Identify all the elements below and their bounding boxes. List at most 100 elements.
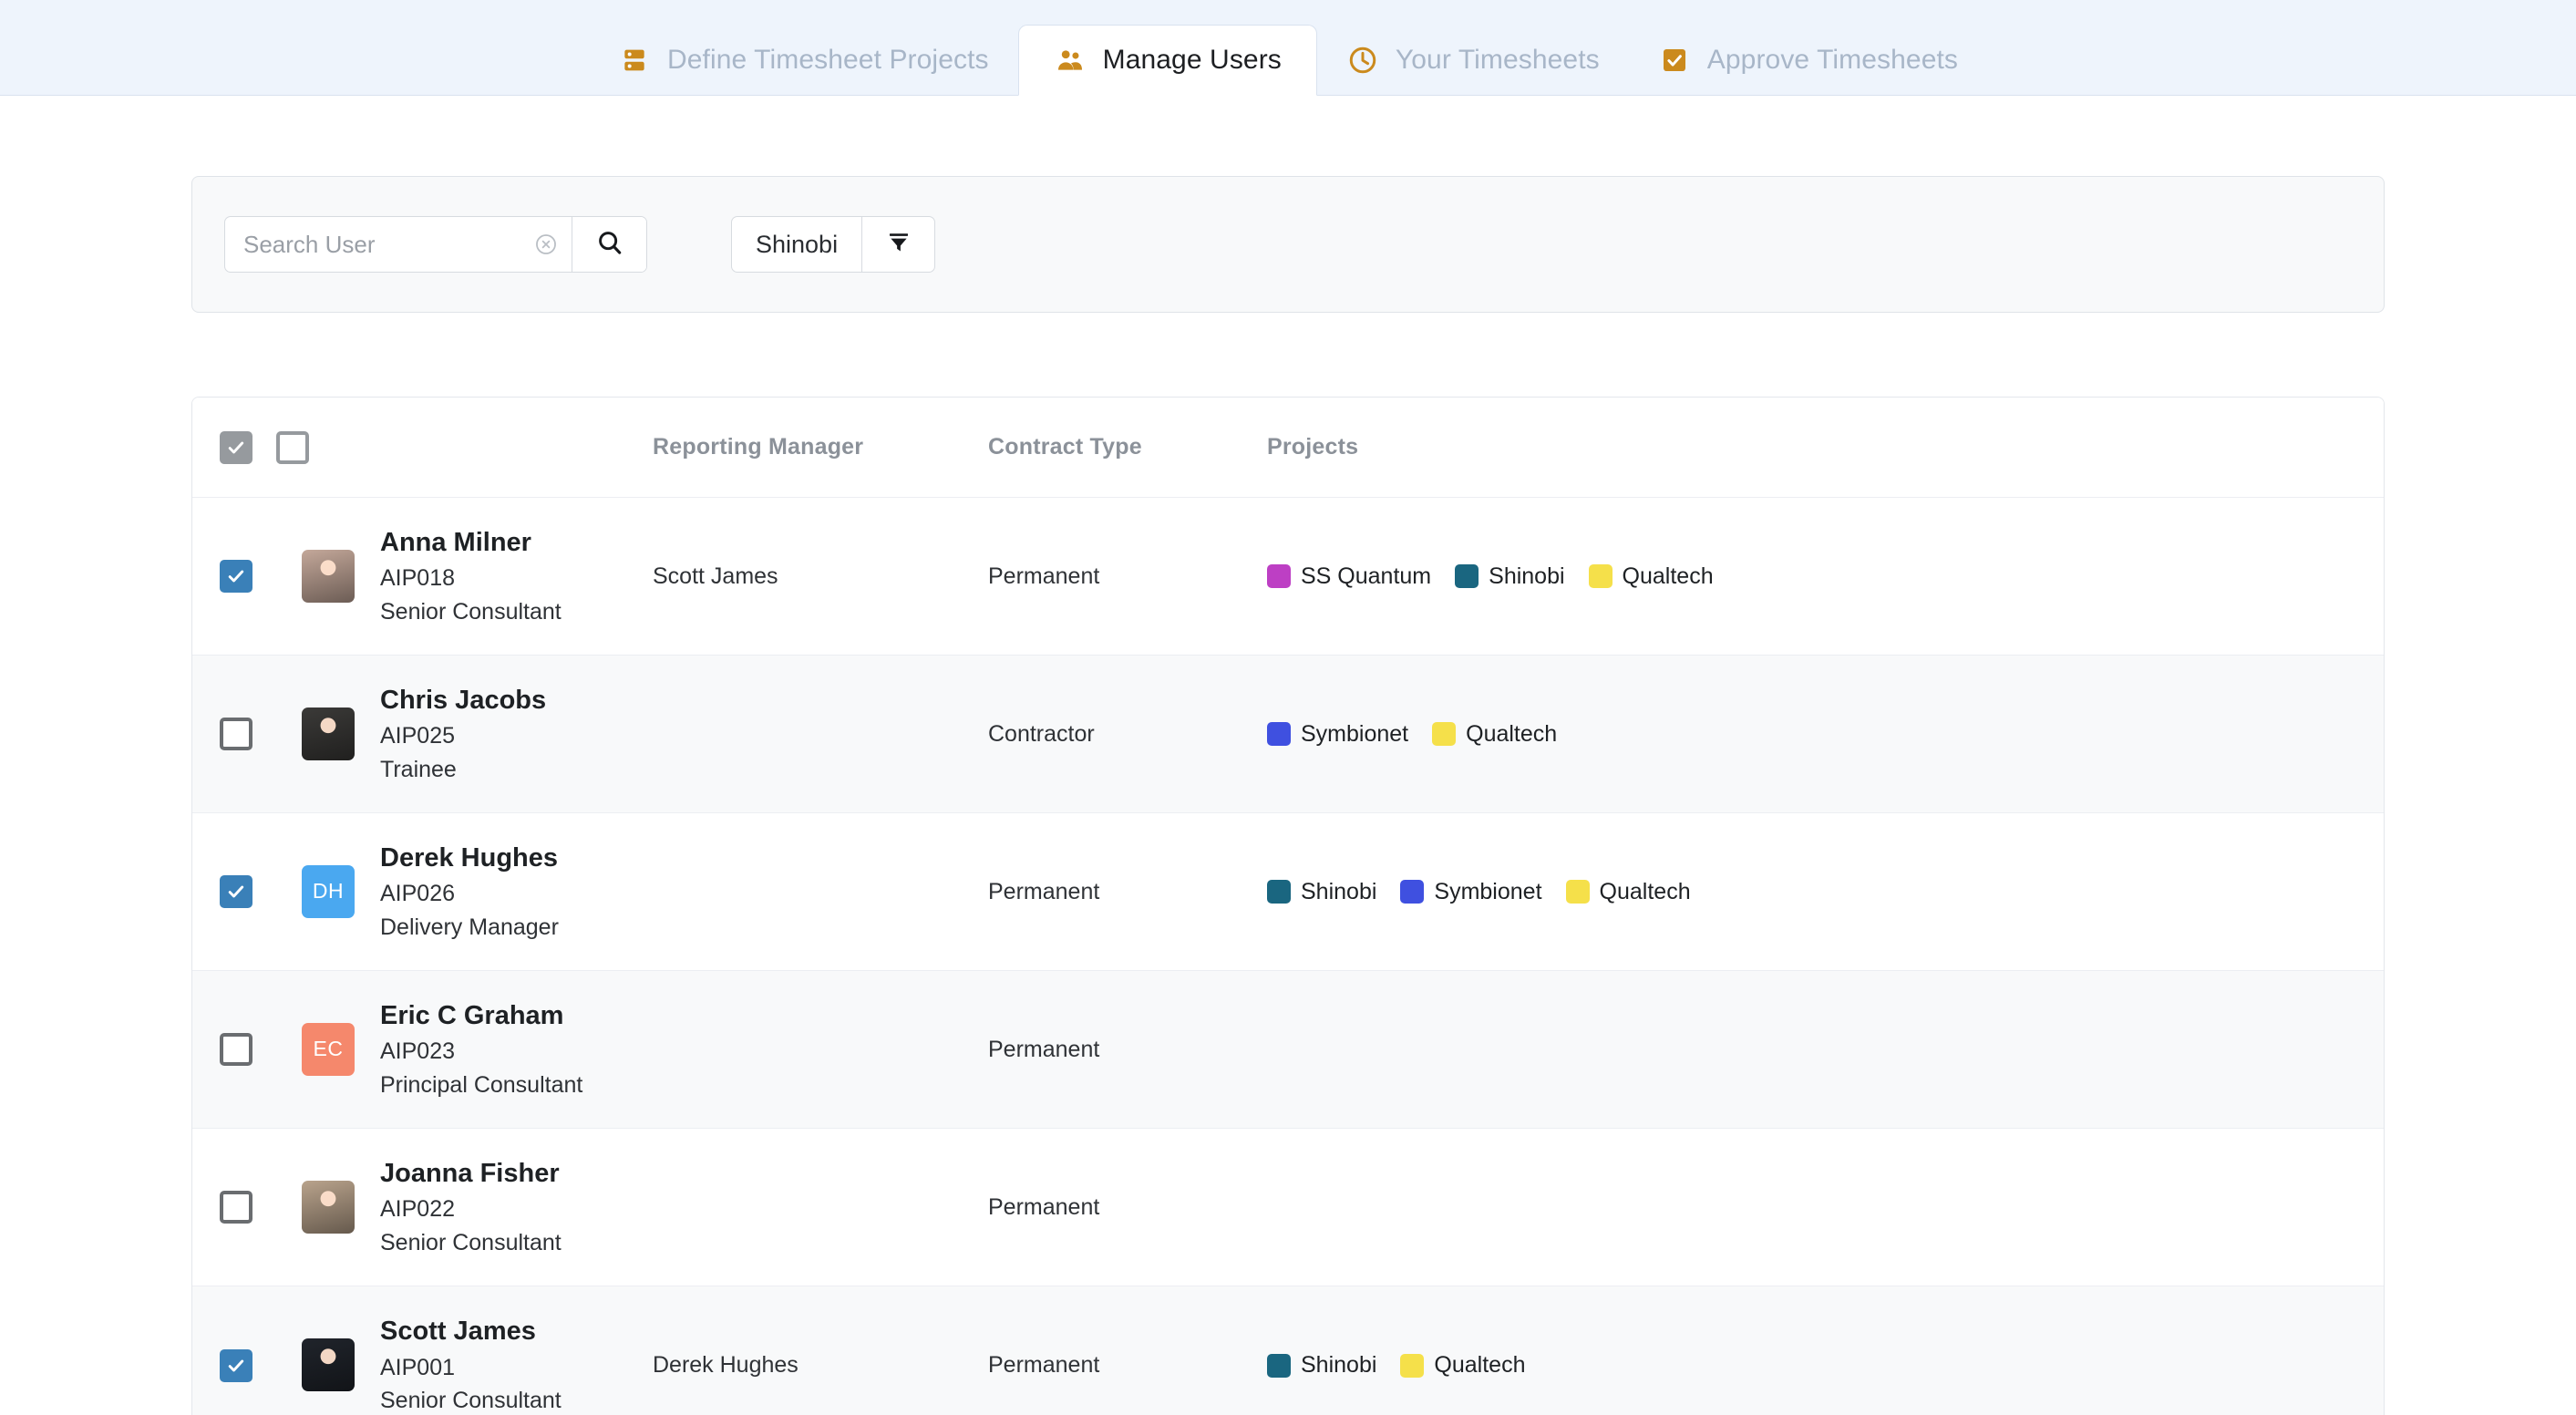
deselect-all-checkbox[interactable]	[276, 430, 309, 464]
filter-button[interactable]	[861, 217, 934, 272]
table-row[interactable]: DH Derek Hughes AIP026 Delivery Manager Perm…	[192, 813, 2384, 971]
avatar	[302, 707, 355, 760]
select-all-checkbox[interactable]	[220, 430, 252, 464]
project-name: Qualtech	[1466, 720, 1558, 747]
projects-cell: Symbionet Qualtech	[1267, 721, 2384, 748]
reporting-manager-cell: Scott James	[653, 563, 778, 589]
row-checkbox[interactable]	[220, 1348, 252, 1382]
project-tag: Qualtech	[1432, 721, 1557, 748]
user-info: Joanna Fisher AIP022 Senior Consultant	[380, 1157, 562, 1257]
projects-cell: SS Quantum Shinobi Qualtech	[1267, 563, 2384, 590]
row-checkbox[interactable]	[220, 875, 252, 908]
contract-type-cell: Permanent	[988, 1352, 1100, 1378]
user-name: Joanna Fisher	[380, 1158, 560, 1188]
tab-label: Approve Timesheets	[1706, 45, 1959, 75]
row-checkbox[interactable]	[220, 1033, 252, 1066]
project-tag: Shinobi	[1267, 879, 1376, 905]
row-select-cell	[192, 1033, 302, 1066]
project-color-swatch	[1565, 880, 1590, 904]
projects-cell: Shinobi Qualtech	[1267, 1352, 2384, 1379]
project-tag: Shinobi	[1267, 1352, 1376, 1379]
header-contract-type-label: Contract Type	[988, 434, 1142, 460]
project-name: Qualtech	[1599, 878, 1691, 904]
project-tag-list: Shinobi Qualtech	[1267, 1352, 2384, 1379]
contract-type-cell: Permanent	[988, 563, 1100, 589]
header-reporting-manager-label: Reporting Manager	[653, 434, 864, 460]
contract-type-cell: Permanent	[988, 1193, 1100, 1220]
row-select-cell	[192, 875, 302, 908]
project-name: SS Quantum	[1301, 563, 1432, 589]
project-filter-group: Shinobi	[731, 216, 936, 273]
tab-approve-timesheets[interactable]: Approve Timesheets	[1629, 25, 1987, 96]
check-square-icon	[1658, 44, 1691, 77]
user-role: Trainee	[380, 756, 457, 782]
table-body: Anna Milner AIP018 Senior Consultant Scott …	[192, 498, 2384, 1415]
tab-bar: Define Timesheet Projects Manage Users Y…	[0, 0, 2576, 96]
project-name: Symbionet	[1301, 720, 1409, 747]
user-employee-id: AIP026	[380, 881, 456, 907]
project-tag-list: SS Quantum Shinobi Qualtech	[1267, 563, 2384, 590]
users-table: Reporting Manager Contract Type Projects…	[191, 397, 2385, 1415]
row-checkbox[interactable]	[220, 1191, 252, 1224]
user-info: Eric C Graham AIP023 Principal Consultant	[380, 999, 582, 1100]
project-tag-list: Symbionet Qualtech	[1267, 721, 2384, 748]
user-name: Anna Milner	[380, 527, 531, 557]
clear-circle-icon[interactable]	[533, 232, 559, 257]
search-field-wrapper	[225, 217, 572, 272]
project-name: Shinobi	[1301, 878, 1377, 904]
header-projects-cell: Projects	[1267, 434, 2384, 460]
table-row[interactable]: Chris Jacobs AIP025 Trainee Contractor Symbi…	[192, 656, 2384, 813]
users-icon	[1054, 44, 1087, 77]
row-checkbox[interactable]	[220, 560, 252, 593]
tab-list: Define Timesheet Projects Manage Users Y…	[589, 0, 1987, 96]
row-checkbox[interactable]	[220, 718, 252, 750]
tab-your-timesheets[interactable]: Your Timesheets	[1317, 25, 1629, 96]
page-content: Shinobi	[0, 176, 2576, 1415]
filter-toolbar: Shinobi	[191, 176, 2385, 313]
avatar: EC	[302, 1022, 355, 1076]
project-tag: Qualtech	[1565, 878, 1691, 905]
reporting-manager-cell: Derek Hughes	[653, 1352, 799, 1378]
project-color-swatch	[1400, 880, 1425, 904]
tab-define-timesheet-projects[interactable]: Define Timesheet Projects	[589, 25, 1018, 96]
project-color-swatch	[1267, 1353, 1291, 1378]
table-row[interactable]: Anna Milner AIP018 Senior Consultant Scott …	[192, 498, 2384, 656]
avatar: DH	[302, 864, 355, 918]
user-role: Principal Consultant	[380, 1071, 583, 1098]
project-name: Shinobi	[1489, 563, 1565, 589]
project-name: Qualtech	[1434, 1352, 1526, 1378]
user-info: Derek Hughes AIP026 Delivery Manager	[380, 842, 559, 942]
avatar	[302, 1180, 355, 1234]
tab-label: Define Timesheet Projects	[666, 45, 989, 75]
project-filter-value[interactable]: Shinobi	[732, 217, 861, 272]
header-reporting-manager-cell: Reporting Manager	[653, 434, 988, 460]
tab-label: Manage Users	[1102, 45, 1282, 75]
user-employee-id: AIP018	[380, 565, 456, 592]
table-row[interactable]: EC Eric C Graham AIP023 Principal Consultan…	[192, 971, 2384, 1129]
user-role: Senior Consultant	[380, 598, 562, 625]
contract-type-cell: Permanent	[988, 1036, 1100, 1062]
contract-type-cell: Permanent	[988, 878, 1100, 904]
search-button[interactable]	[572, 217, 646, 272]
clock-icon	[1346, 44, 1379, 77]
table-row[interactable]: Scott James AIP001 Senior Consultant Derek …	[192, 1286, 2384, 1415]
project-tag-list: Shinobi Symbionet Qualtech	[1267, 879, 2384, 905]
project-color-swatch	[1588, 564, 1613, 588]
user-cell: EC Eric C Graham AIP023 Principal Consultan…	[302, 999, 653, 1100]
user-name: Eric C Graham	[380, 1000, 564, 1030]
row-select-cell	[192, 1191, 302, 1224]
row-select-cell	[192, 560, 302, 593]
row-select-cell	[192, 1348, 302, 1382]
user-info: Scott James AIP001 Senior Consultant	[380, 1315, 562, 1415]
project-color-swatch	[1267, 880, 1291, 904]
project-color-swatch	[1400, 1353, 1425, 1378]
user-info: Anna Milner AIP018 Senior Consultant	[380, 526, 562, 626]
project-color-swatch	[1267, 722, 1291, 746]
user-cell: Joanna Fisher AIP022 Senior Consultant	[302, 1157, 653, 1257]
user-employee-id: AIP001	[380, 1354, 456, 1380]
table-row[interactable]: Joanna Fisher AIP022 Senior Consultant Perm…	[192, 1129, 2384, 1286]
tab-manage-users[interactable]: Manage Users	[1017, 25, 1317, 96]
project-color-swatch	[1455, 564, 1479, 588]
search-input[interactable]	[243, 230, 533, 259]
header-select-cell	[192, 430, 309, 464]
